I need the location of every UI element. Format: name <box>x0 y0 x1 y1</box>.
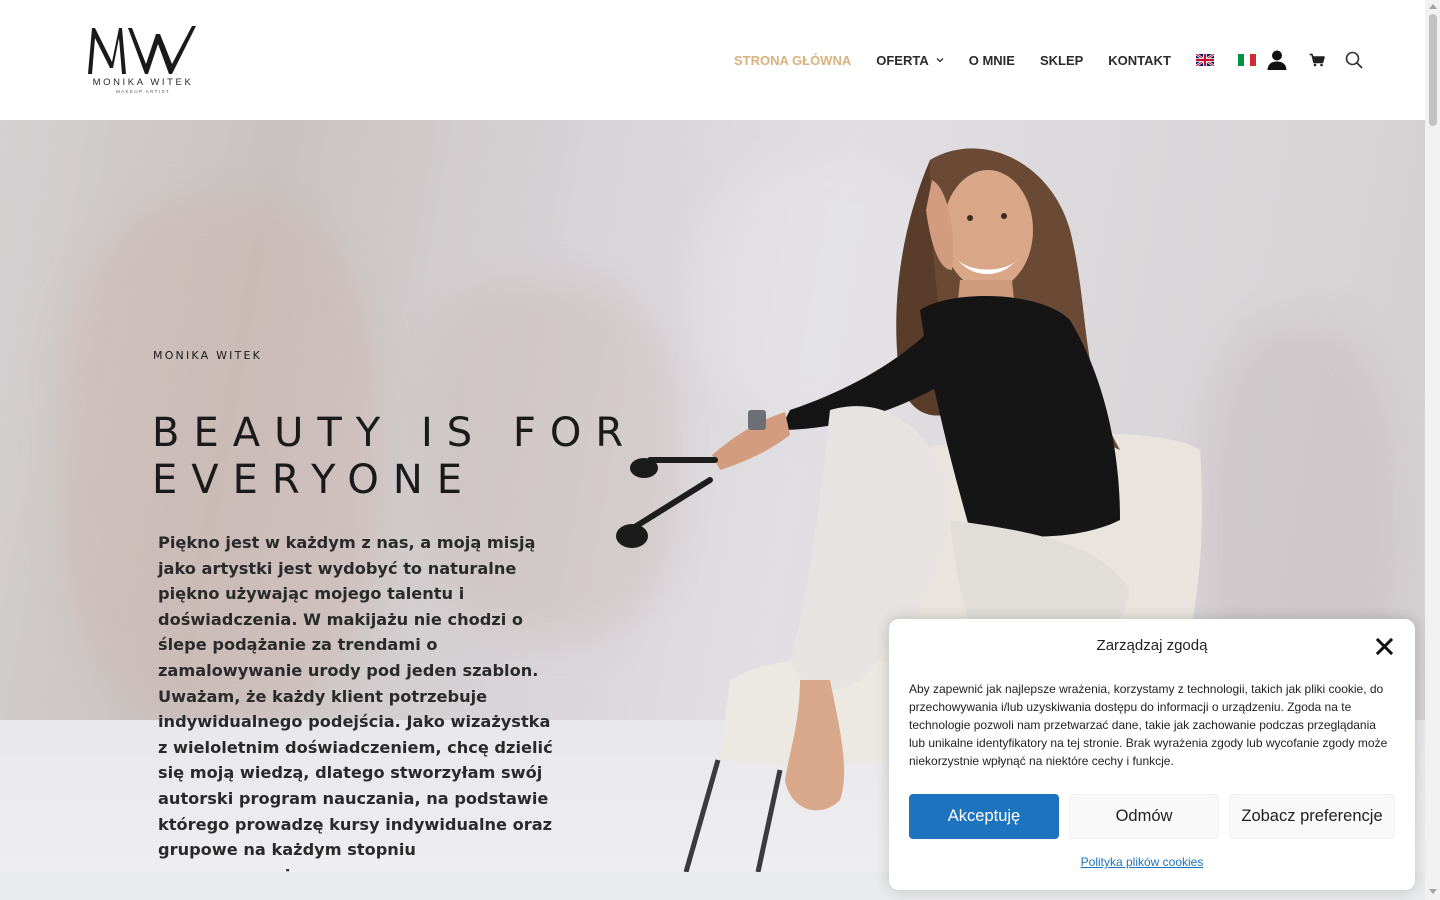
nav-item-label: SKLEP <box>1039 52 1084 68</box>
accept-cookies-button[interactable]: Akceptuję <box>909 794 1059 839</box>
nav-item-offer[interactable]: OFERTA <box>876 52 944 68</box>
italian-flag-icon[interactable] <box>1237 54 1256 66</box>
header-icons <box>1266 0 1363 120</box>
nav-item-about[interactable]: O MNIE <box>969 53 1015 68</box>
nav-item-contact[interactable]: KONTAKT <box>1108 53 1171 68</box>
hero-intro-text: Piękno jest w każdym z nas, a moją misją… <box>158 533 553 872</box>
nav-item-home[interactable]: STRONA GŁÓWNA <box>734 53 851 68</box>
nav-item-label: OFERTA <box>876 52 929 68</box>
cookie-preferences-button[interactable]: Zobacz preferencje <box>1229 794 1395 839</box>
user-icon[interactable] <box>1266 49 1288 71</box>
page-scrollbar[interactable] <box>1425 0 1440 900</box>
nav-item-shop[interactable]: SKLEP <box>1040 53 1083 68</box>
site-header: MONIKA WITEK MAKEUP ARTIST STRONA GŁÓWNA… <box>0 0 1425 120</box>
monogram-logo-icon <box>88 26 196 74</box>
chevron-down-icon <box>936 58 944 63</box>
scrollbar-thumb[interactable] <box>1429 14 1437 126</box>
deny-cookies-button[interactable]: Odmów <box>1069 794 1219 839</box>
english-flag-icon[interactable] <box>1195 54 1214 66</box>
close-icon[interactable] <box>1376 638 1393 655</box>
search-icon[interactable] <box>1345 51 1363 69</box>
scroll-up-arrow-icon[interactable] <box>1429 4 1437 9</box>
cookie-consent-dialog: Zarządzaj zgodą Aby zapewnić jak najleps… <box>889 619 1415 890</box>
nav-item-label: O MNIE <box>968 52 1015 68</box>
site-logo[interactable]: MONIKA WITEK MAKEUP ARTIST <box>86 24 200 98</box>
cart-icon[interactable] <box>1309 53 1325 67</box>
nav-item-label: STRONA GŁÓWNA <box>734 52 852 68</box>
cookie-policy-link[interactable]: Polityka plików cookies <box>889 855 1395 869</box>
nav-item-label: KONTAKT <box>1108 52 1171 68</box>
logo-tagline: MAKEUP ARTIST <box>115 89 171 94</box>
cookie-dialog-text: Aby zapewnić jak najlepsze wrażenia, kor… <box>909 682 1388 768</box>
hero-eyebrow: MONIKA WITEK <box>153 349 263 362</box>
logo-name: MONIKA WITEK <box>92 77 194 88</box>
main-navigation: STRONA GŁÓWNA OFERTA O MNIE SKLEP KONTAK… <box>720 0 1280 120</box>
hero-headline: BEAUTY IS FOR EVERYONE <box>152 410 638 503</box>
cookie-dialog-title: Zarządzaj zgodą <box>1096 637 1208 654</box>
scroll-down-arrow-icon[interactable] <box>1429 889 1437 894</box>
